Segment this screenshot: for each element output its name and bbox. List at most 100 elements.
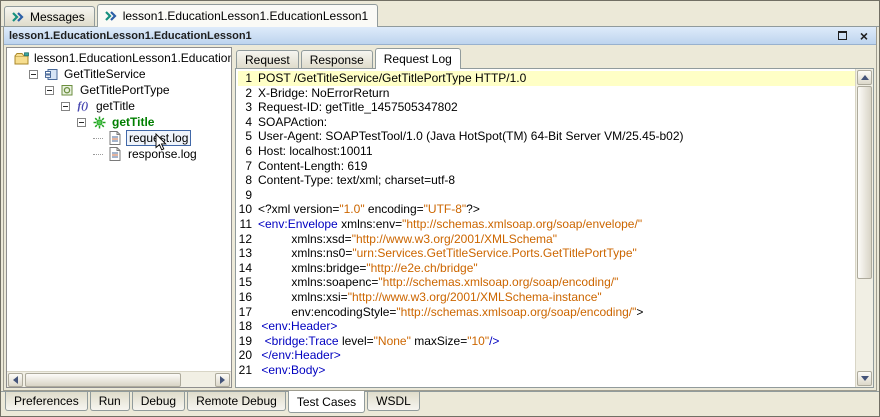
line-text: env:encodingStyle="http://schemas.xmlsoa… xyxy=(258,305,855,320)
bottom-tab-test-cases[interactable]: Test Cases xyxy=(287,391,366,413)
log-text-segment: "1.0" xyxy=(339,202,365,217)
detail-tabbar: Request Response Request Log xyxy=(235,47,874,69)
log-text-segment: xmlns:xsd= xyxy=(258,231,352,246)
line-number: 11 xyxy=(239,216,252,231)
vertical-scroll-track[interactable] xyxy=(857,86,872,370)
log-text-segment: Host: localhost:10011 xyxy=(258,143,373,158)
bottom-tab-preferences[interactable]: Preferences xyxy=(5,392,88,411)
mouse-cursor xyxy=(155,133,167,151)
log-text-segment: xmlns:bridge= xyxy=(258,260,367,275)
log-line: 1 POST /GetTitleService/GetTitlePortType … xyxy=(238,71,855,86)
tree-collapse-icon[interactable] xyxy=(77,117,86,127)
horizontal-scroll-thumb[interactable] xyxy=(25,372,181,387)
logfile-icon xyxy=(107,131,123,145)
log-text-segment: <env:Header> xyxy=(258,319,338,334)
tree-collapse-icon[interactable] xyxy=(29,69,38,79)
log-line: 14 xmlns:bridge="http://e2e.ch/bridge" xyxy=(238,261,855,276)
service-icon xyxy=(43,67,59,81)
maximize-icon xyxy=(837,31,847,40)
line-text: User-Agent: SOAPTestTool/1.0 (Java HotSp… xyxy=(258,129,855,144)
line-number: 8 xyxy=(245,173,252,188)
test-suite-icon xyxy=(11,10,25,24)
line-number: 9 xyxy=(245,187,252,202)
log-line: 7 Content-Length: 619 xyxy=(238,159,855,174)
document-tab-lesson1-educationlesson1[interactable]: lesson1.EducationLesson1.EducationLesson… xyxy=(96,4,379,27)
line-text: SOAPAction: xyxy=(258,115,855,130)
scroll-down-button[interactable] xyxy=(857,371,872,386)
log-text-segment: Content-Type: text/xml; charset=utf-8 xyxy=(258,173,456,188)
log-line: 18 <env:Header> xyxy=(238,319,855,334)
document-tab-messages[interactable]: Messages xyxy=(4,6,95,26)
log-line: 17 env:encodingStyle="http://schemas.xml… xyxy=(238,305,855,320)
tree-leaf-connector xyxy=(93,137,103,139)
tree-collapse-icon[interactable] xyxy=(45,85,54,95)
maximize-button[interactable] xyxy=(835,29,849,43)
internal-frame-titlebar[interactable]: lesson1.EducationLesson1.EducationLesson… xyxy=(4,27,876,45)
soap-test-tool-window: Messages lesson1.EducationLesson1.Educati… xyxy=(0,0,880,417)
tree-node-gettitleporttype[interactable]: GetTitlePortType xyxy=(7,82,231,98)
bottom-tab-wsdl[interactable]: WSDL xyxy=(367,392,420,411)
line-number: 14 xyxy=(238,260,252,275)
bottom-tab-remote-debug[interactable]: Remote Debug xyxy=(187,392,286,411)
scroll-up-button[interactable] xyxy=(857,70,872,85)
bottom-tab-run[interactable]: Run xyxy=(89,392,130,411)
tree-collapse-icon[interactable] xyxy=(61,101,70,111)
tree-node-label: lesson1.EducationLesson1.Education xyxy=(34,51,231,65)
bottom-tab-debug[interactable]: Debug xyxy=(131,392,186,411)
log-line: 11 <env:Envelope xmlns:env="http://schema… xyxy=(238,217,855,232)
log-text-segment: "10" xyxy=(467,333,490,348)
tree-leaf-connector xyxy=(93,153,103,155)
tree-node-response-log[interactable]: response.log xyxy=(7,146,231,162)
line-number: 3 xyxy=(245,100,252,115)
tree-node-gettitle[interactable]: f() getTitle xyxy=(7,98,231,114)
log-text-segment: "UTF-8" xyxy=(423,202,467,217)
line-number: 12 xyxy=(238,231,252,246)
tree-node-gettitle[interactable]: getTitle xyxy=(7,114,231,130)
line-text: </env:Header> xyxy=(258,348,855,363)
left-arrow-icon xyxy=(13,375,18,384)
tree-node-lesson1-educationlesson1-education[interactable]: lesson1.EducationLesson1.Education xyxy=(7,50,231,66)
tree-horizontal-scrollbar[interactable] xyxy=(7,371,231,387)
scroll-left-button[interactable] xyxy=(8,372,23,387)
log-text-segment: <?xml version= xyxy=(258,202,340,217)
close-button[interactable]: × xyxy=(857,29,871,43)
tab-request[interactable]: Request xyxy=(236,50,299,68)
log-text-segment: Content-Length: 619 xyxy=(258,158,368,173)
line-text: <env:Header> xyxy=(258,319,855,334)
line-text: <env:Envelope xmlns:env="http://schemas.… xyxy=(258,217,855,232)
bottom-tabbar: Preferences Run Debug Remote Debug Test Case… xyxy=(1,391,879,416)
line-text: <bridge:Trace level="None" maxSize="10"/… xyxy=(258,334,855,349)
log-text-segment: "http://e2e.ch/bridge" xyxy=(366,260,478,275)
frame-title: lesson1.EducationLesson1.EducationLesson… xyxy=(9,29,252,42)
log-text-segment: Request-ID: getTitle_1457505347802 xyxy=(258,100,458,115)
tree-node-request-log[interactable]: request.log xyxy=(7,130,231,146)
line-number: 19 xyxy=(238,333,252,348)
log-text-segment: level= xyxy=(338,333,374,348)
log-text-segment: User-Agent: SOAPTestTool/1.0 (Java HotSp… xyxy=(258,129,684,144)
tab-response[interactable]: Response xyxy=(300,50,373,68)
line-text: xmlns:ns0="urn:Services.GetTitleService.… xyxy=(258,246,855,261)
log-vertical-scrollbar[interactable] xyxy=(855,69,873,387)
log-text-segment: xmlns:soapenc= xyxy=(258,275,379,290)
scroll-right-button[interactable] xyxy=(215,372,230,387)
tree-node-gettitleservice[interactable]: GetTitleService xyxy=(7,66,231,82)
log-text-segment: <env:Envelope xyxy=(258,216,338,231)
log-text-segment: > xyxy=(636,304,644,319)
log-text-segment: "http://schemas.xmlsoap.org/soap/envelop… xyxy=(402,216,643,231)
log-line: 21 <env:Body> xyxy=(238,363,855,378)
down-arrow-icon xyxy=(860,376,869,381)
vertical-scroll-thumb[interactable] xyxy=(857,86,872,280)
tab-request-log[interactable]: Request Log xyxy=(374,48,461,69)
line-text: X-Bridge: NoErrorReturn xyxy=(258,86,855,101)
log-text-segment: xmlns:xsi= xyxy=(258,289,348,304)
line-text: <?xml version="1.0" encoding="UTF-8"?> xyxy=(258,202,855,217)
line-text: xmlns:bridge="http://e2e.ch/bridge" xyxy=(258,261,855,276)
horizontal-scroll-track[interactable] xyxy=(24,372,214,387)
log-lines[interactable]: 1 POST /GetTitleService/GetTitlePortType … xyxy=(236,69,855,387)
log-line: 19 <bridge:Trace level="None" maxSize="1… xyxy=(238,334,855,349)
log-text-segment: "http://schemas.xmlsoap.org/soap/encodin… xyxy=(396,304,637,319)
close-icon: × xyxy=(859,27,869,44)
log-text-segment: POST /GetTitleService/GetTitlePortType H… xyxy=(258,71,527,85)
log-text-segment: ?> xyxy=(466,202,480,217)
